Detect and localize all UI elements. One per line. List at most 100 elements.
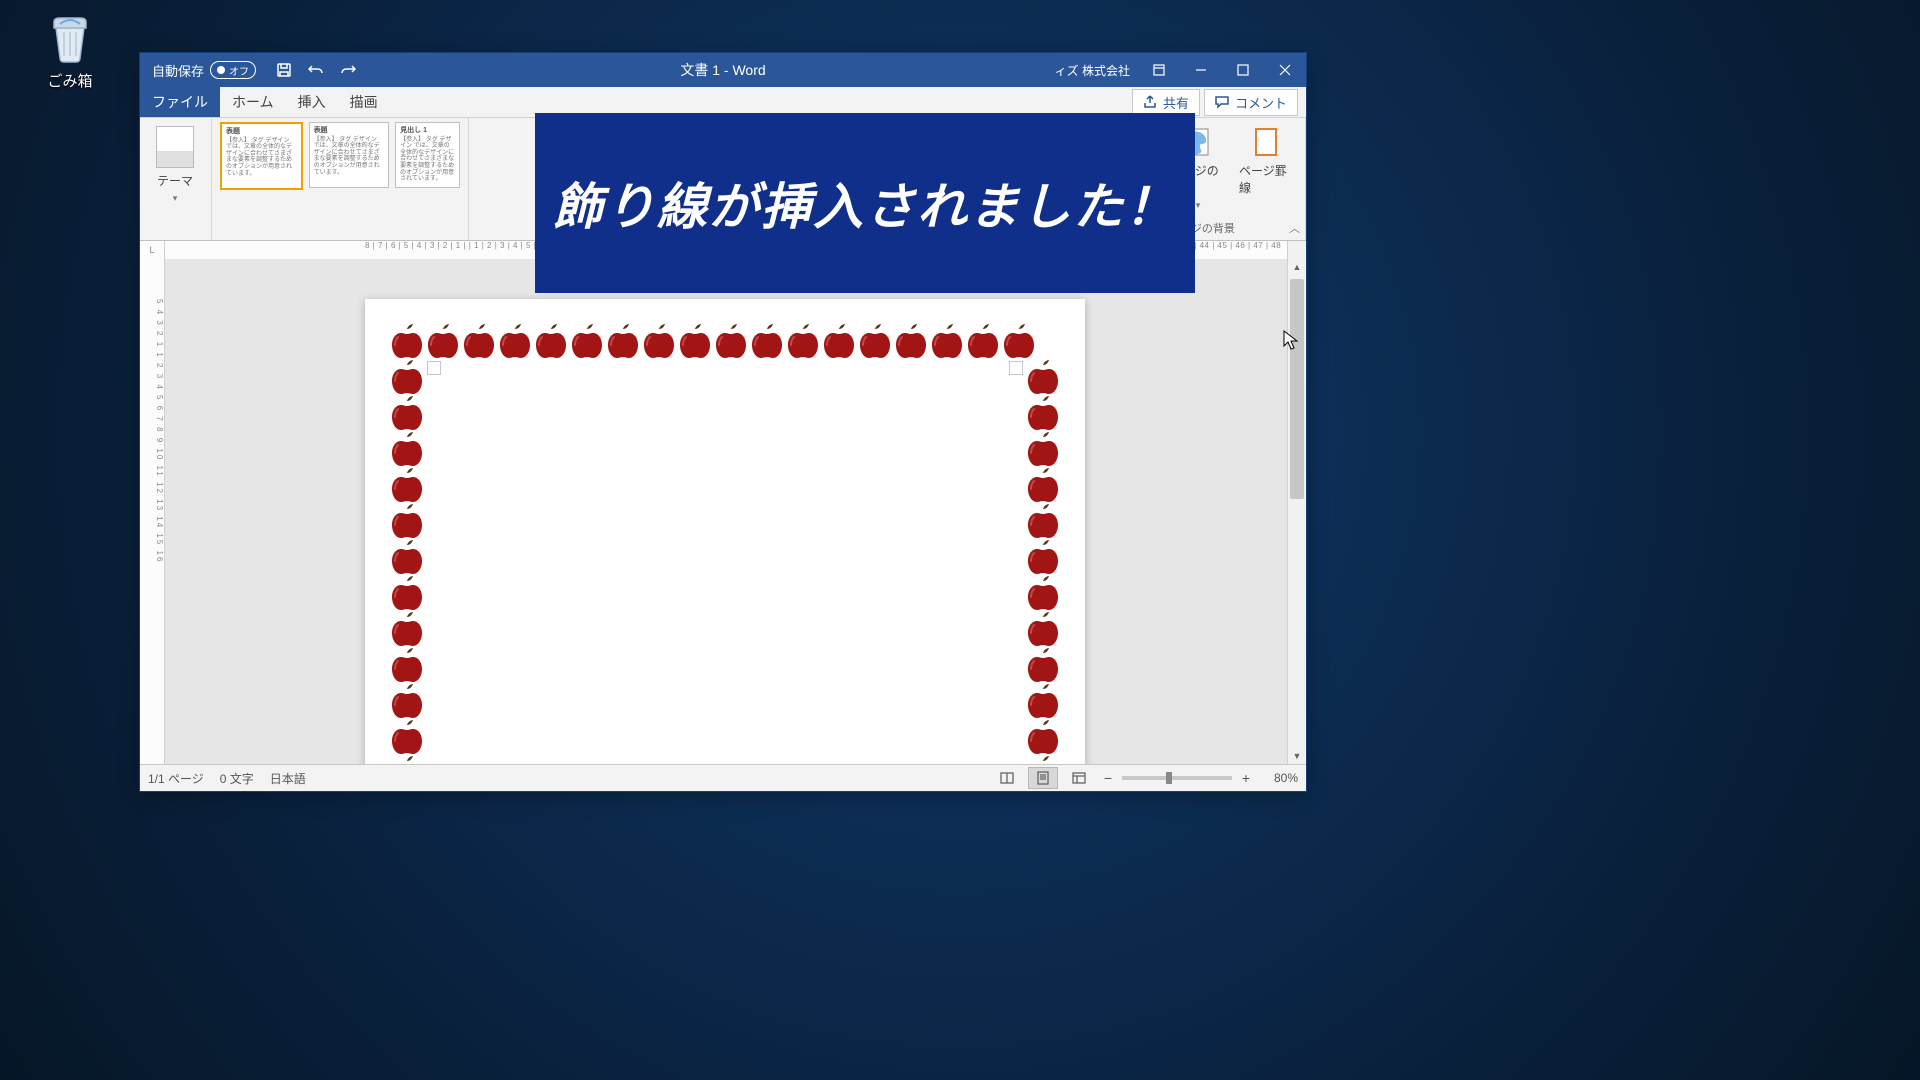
word-window: 自動保存 オフ 文書 1 - Word ィズ 株式会社 (139, 52, 1307, 792)
apple-border-icon (965, 323, 1001, 359)
ribbon-group-themes: テーマ ▾ (140, 118, 212, 240)
zoom-slider[interactable] (1122, 776, 1232, 780)
apple-border-icon (389, 431, 425, 467)
document-scroll[interactable] (165, 259, 1287, 764)
chevron-down-icon: ▾ (173, 193, 178, 204)
style-set-item[interactable]: 見出し 1 【参入】 タグ デザイン では、文章の全体的なデザインに合わせてさま… (395, 122, 460, 188)
comment-label: コメント (1235, 93, 1287, 112)
tab-file[interactable]: ファイル (140, 87, 220, 117)
maximize-button[interactable] (1222, 53, 1264, 87)
ribbon-group-doc-format: 表題 【参入】 タグ デザイン では、文章の全体的なデザインに合わせてさまざまな… (212, 118, 469, 240)
margin-marker-tl (427, 361, 441, 375)
status-page[interactable]: 1/1 ページ (148, 770, 204, 787)
scroll-up-arrow[interactable]: ▲ (1288, 259, 1306, 275)
desktop-recycle-bin[interactable]: ごみ箱 (30, 10, 110, 91)
tab-insert[interactable]: 挿入 (286, 87, 338, 117)
apple-border-icon (1025, 755, 1061, 764)
desktop: ごみ箱 自動保存 オフ 文書 1 - Word ィズ 株 (0, 0, 1920, 1080)
share-button[interactable]: 共有 (1132, 89, 1200, 116)
page-border-icon (1250, 126, 1282, 158)
save-button[interactable] (268, 53, 300, 87)
apple-border-icon (785, 323, 821, 359)
apple-border-icon (1025, 719, 1061, 755)
gallery-placeholder-text: 【参入】 タグ デザイン では、文章の全体的なデザインに合わせてさまざまな要素を… (314, 137, 385, 177)
scroll-thumb[interactable] (1290, 279, 1304, 499)
autosave-toggle[interactable]: オフ (210, 61, 256, 79)
zoom-in-button[interactable]: + (1238, 770, 1254, 786)
autosave-control[interactable]: 自動保存 オフ (140, 61, 268, 80)
apple-border-icon (497, 323, 533, 359)
comment-icon (1215, 95, 1229, 109)
apple-border-icon (1025, 395, 1061, 431)
themes-label: テーマ (157, 172, 193, 189)
view-web-layout-button[interactable] (1064, 767, 1094, 789)
page-content-area[interactable] (433, 367, 1017, 764)
minimize-button[interactable] (1180, 53, 1222, 87)
document-title: 文書 1 - Word (680, 60, 765, 80)
comment-button[interactable]: コメント (1204, 89, 1298, 116)
apple-border-icon (461, 323, 497, 359)
apple-border-icon (1025, 647, 1061, 683)
apple-border-icon (533, 323, 569, 359)
vertical-ruler[interactable]: 5 4 3 2 1 1 2 3 4 5 6 7 8 9 10 11 12 13 … (140, 259, 165, 764)
apple-border-icon (389, 683, 425, 719)
theme-thumb-icon (156, 126, 194, 168)
apple-border-icon (1025, 359, 1061, 395)
account-name[interactable]: ィズ 株式会社 (1047, 62, 1138, 79)
apple-border-icon (569, 323, 605, 359)
apple-border-icon (425, 323, 461, 359)
share-icon (1143, 95, 1157, 109)
apple-border-icon (389, 467, 425, 503)
themes-button[interactable]: テーマ ▾ (148, 122, 202, 208)
mouse-cursor-icon (1283, 330, 1299, 352)
apple-border-icon (1025, 683, 1061, 719)
autosave-state: オフ (229, 63, 249, 78)
ribbon-display-options-button[interactable] (1138, 53, 1180, 87)
collapse-ribbon-button[interactable]: ︿ (1289, 220, 1300, 236)
zoom-slider-handle[interactable] (1166, 772, 1172, 784)
apple-border-icon (1025, 467, 1061, 503)
status-language[interactable]: 日本語 (270, 770, 306, 787)
page-borders-button[interactable]: ページ罫線 (1235, 122, 1297, 200)
scroll-down-arrow[interactable]: ▼ (1288, 748, 1306, 764)
page-border-label: ページ罫線 (1239, 162, 1293, 196)
apple-border-icon (389, 395, 425, 431)
apple-border-icon (389, 539, 425, 575)
status-word-count[interactable]: 0 文字 (220, 770, 254, 787)
tab-home[interactable]: ホーム (220, 87, 286, 117)
gallery-placeholder-text: 【参入】 タグ デザイン では、文章の全体的なデザインに合わせてさまざまな要素を… (400, 137, 455, 183)
apple-border-icon (1025, 431, 1061, 467)
apple-border-icon (389, 611, 425, 647)
view-read-mode-button[interactable] (992, 767, 1022, 789)
gallery-title: 表題 (226, 128, 297, 136)
apple-border-icon (1025, 611, 1061, 647)
view-print-layout-button[interactable] (1028, 767, 1058, 789)
gallery-placeholder-text: 【参入】 タグ デザイン では、文章の全体的なデザインに合わせてさまざまな要素を… (226, 138, 297, 178)
apple-border-icon (389, 359, 425, 395)
apple-border-icon (389, 575, 425, 611)
apple-border-icon (821, 323, 857, 359)
redo-button[interactable] (332, 53, 364, 87)
apple-border-icon (1025, 539, 1061, 575)
apple-border-icon (389, 323, 425, 359)
style-set-item[interactable]: 表題 【参入】 タグ デザイン では、文章の全体的なデザインに合わせてさまざまな… (309, 122, 390, 188)
apple-border-icon (857, 323, 893, 359)
tab-draw[interactable]: 描画 (338, 87, 390, 117)
apple-border-icon (389, 755, 425, 764)
gallery-title: 表題 (314, 127, 385, 135)
autosave-label: 自動保存 (152, 61, 204, 80)
close-button[interactable] (1264, 53, 1306, 87)
page[interactable] (365, 299, 1085, 764)
banner-text: 飾り線が挿入されました！ (553, 167, 1177, 239)
gallery-title: 見出し 1 (400, 127, 455, 135)
apple-border-icon (389, 647, 425, 683)
style-set-item[interactable]: 表題 【参入】 タグ デザイン では、文章の全体的なデザインに合わせてさまざまな… (220, 122, 303, 190)
undo-button[interactable] (300, 53, 332, 87)
v-ruler-ticks: 5 4 3 2 1 1 2 3 4 5 6 7 8 9 10 11 12 13 … (144, 299, 164, 764)
apple-border-icon (1025, 575, 1061, 611)
scrollbar-corner (1287, 241, 1306, 259)
apple-border-icon (641, 323, 677, 359)
zoom-out-button[interactable]: − (1100, 770, 1116, 786)
ruler-corner: L (140, 241, 165, 260)
zoom-percent[interactable]: 80% (1260, 771, 1298, 785)
